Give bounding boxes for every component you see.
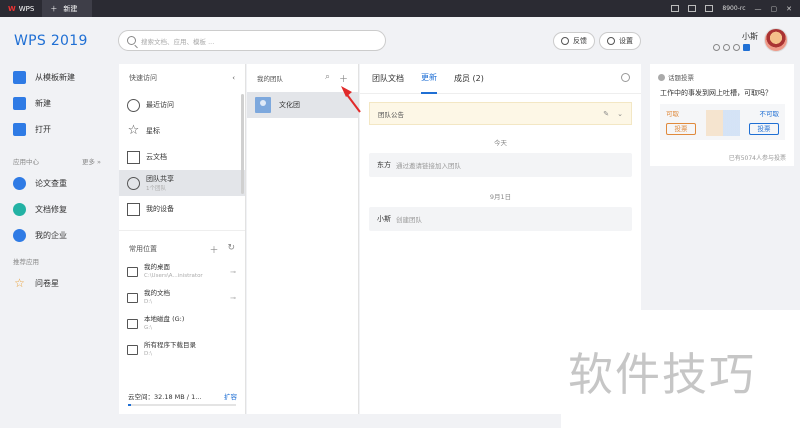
watermark-text: 软件技巧	[568, 348, 757, 401]
